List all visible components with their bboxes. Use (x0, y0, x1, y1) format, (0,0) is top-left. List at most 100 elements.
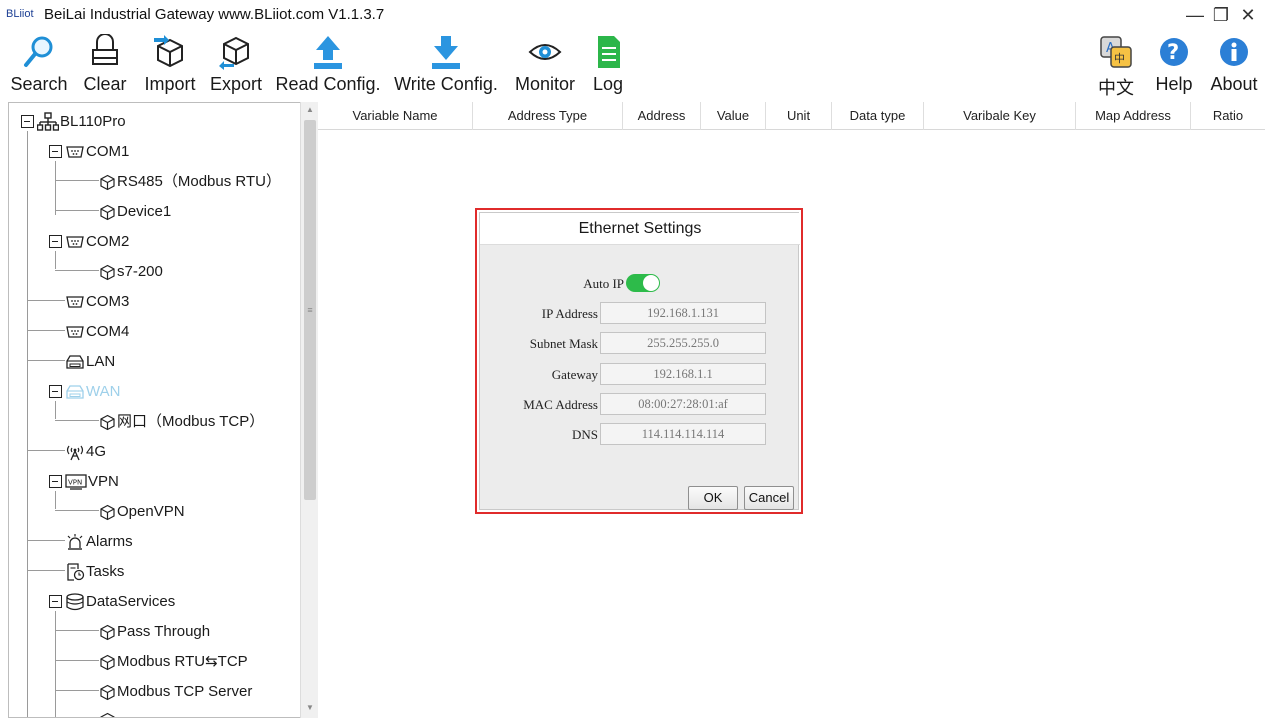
tree-item-com3[interactable]: COM3 (65, 290, 129, 314)
scroll-up-arrow-icon[interactable]: ▲ (301, 102, 319, 118)
eye-icon (528, 44, 562, 60)
subnet-mask-field[interactable]: 255.255.255.0 (600, 332, 766, 354)
scheduled-task-icon (67, 563, 85, 581)
device-tree: BL110Pro COM1 RS485（Modbus RTU） Device1 … (8, 102, 318, 718)
language-button[interactable]: A 中 中文 (1094, 32, 1138, 98)
tree-item-rs485[interactable]: RS485（Modbus RTU） (99, 170, 281, 194)
tree-item-wan-port[interactable]: 网口（Modbus TCP） (99, 410, 264, 434)
tree-item-wan[interactable]: WAN (65, 380, 120, 404)
ethernet-port-icon (66, 385, 84, 399)
cube-icon (100, 414, 115, 430)
window-title: BeiLai Industrial Gateway www.BLiiot.com… (44, 6, 385, 23)
tree-item-modbus-tcp-server[interactable]: Modbus TCP Server (99, 680, 252, 704)
import-button[interactable]: Import (136, 32, 204, 98)
cancel-button[interactable]: Cancel (744, 486, 794, 510)
scrollbar-grip-icon: ≡ (307, 305, 313, 315)
variable-table-header: Variable Name Address Type Address Value… (318, 102, 1265, 130)
close-button[interactable]: ✕ (1237, 4, 1259, 26)
dialog-title: Ethernet Settings (480, 213, 800, 245)
brand-logo: BLiiot (6, 8, 34, 20)
expand-toggle-vpn[interactable] (49, 475, 62, 488)
cube-icon (100, 624, 115, 640)
cube-icon (100, 264, 115, 280)
tree-item-alarms[interactable]: Alarms (65, 530, 133, 554)
scroll-down-arrow-icon[interactable]: ▼ (301, 700, 319, 716)
monitor-button[interactable]: Monitor (508, 32, 582, 98)
help-icon: ? (1160, 38, 1188, 66)
column-header[interactable]: Map Address (1076, 102, 1191, 130)
column-header[interactable]: Address Type (473, 102, 623, 130)
ip-address-label: IP Address (541, 306, 598, 321)
antenna-icon (66, 445, 84, 461)
tree-item-tasks[interactable]: Tasks (65, 560, 124, 584)
serial-port-icon (66, 296, 84, 308)
expand-toggle-com1[interactable] (49, 145, 62, 158)
tree-item-dataservices[interactable]: DataServices (65, 590, 175, 614)
tree-item-s7-200[interactable]: s7-200 (99, 260, 163, 284)
tree-item-device1[interactable]: Device1 (99, 200, 171, 224)
tree-item-modbus-rtu-tcp[interactable]: Modbus RTU⇆TCP (99, 650, 248, 674)
search-button[interactable]: Search (8, 32, 70, 98)
tree-item-pass-through[interactable]: Pass Through (99, 620, 210, 644)
column-header[interactable]: Varibale Key (924, 102, 1076, 130)
tree-item-bl110pro[interactable]: BL110Pro (37, 110, 126, 134)
ok-button[interactable]: OK (688, 486, 738, 510)
tree-item-partial (99, 708, 117, 717)
expand-toggle-dataservices[interactable] (49, 595, 62, 608)
auto-ip-toggle[interactable] (626, 274, 660, 292)
column-header[interactable]: Data type (832, 102, 924, 130)
log-icon (598, 36, 620, 68)
column-header[interactable]: Value (701, 102, 766, 130)
ip-address-field[interactable]: 192.168.1.131 (600, 302, 766, 324)
tree-item-4g[interactable]: 4G (65, 440, 106, 464)
gateway-label: Gateway (551, 367, 598, 382)
log-button[interactable]: Log (590, 32, 626, 98)
tree-item-openvpn[interactable]: OpenVPN (99, 500, 185, 524)
title-bar: BLiiot BeiLai Industrial Gateway www.BLi… (0, 0, 1265, 30)
svg-text:?: ? (1167, 40, 1179, 64)
toolbar: Search Clear Import Export Read Config. (0, 30, 1265, 100)
mac-address-field[interactable]: 08:00:27:28:01:af (600, 393, 766, 415)
tree-item-lan[interactable]: LAN (65, 350, 115, 374)
column-header[interactable]: Address (623, 102, 701, 130)
expand-toggle-com2[interactable] (49, 235, 62, 248)
column-header[interactable]: Variable Name (318, 102, 473, 130)
serial-port-icon (66, 146, 84, 158)
tree-item-com2[interactable]: COM2 (65, 230, 129, 254)
write-config-button[interactable]: Write Config. (388, 32, 504, 98)
export-button[interactable]: Export (204, 32, 268, 98)
read-config-button[interactable]: Read Config. (272, 32, 384, 98)
auto-ip-label: Auto IP (583, 276, 624, 291)
minimize-button[interactable]: — (1184, 4, 1206, 26)
ethernet-settings-dialog: Ethernet Settings Auto IP IP Address 192… (475, 208, 803, 514)
download-icon (432, 36, 460, 69)
cube-icon (100, 654, 115, 670)
gateway-field[interactable]: 192.168.1.1 (600, 363, 766, 385)
expand-toggle-wan[interactable] (49, 385, 62, 398)
import-icon (154, 35, 183, 68)
serial-port-icon (66, 326, 84, 338)
clear-button[interactable]: Clear (78, 32, 132, 98)
dns-label: DNS (571, 427, 598, 442)
tree-item-vpn[interactable]: VPN VPN (65, 470, 119, 494)
tree-scrollbar[interactable]: ▲ ≡ ▼ (300, 102, 318, 718)
about-button[interactable]: About (1206, 32, 1262, 98)
cube-icon (100, 684, 115, 700)
column-header[interactable]: Unit (766, 102, 832, 130)
expand-toggle-root[interactable] (21, 115, 34, 128)
ethernet-port-icon (66, 355, 84, 369)
tree-item-com4[interactable]: COM4 (65, 320, 129, 344)
dns-field[interactable]: 114.114.114.114 (600, 423, 766, 445)
alarm-light-icon (67, 534, 83, 550)
restore-button[interactable]: ❐ (1210, 4, 1232, 26)
tree-item-com1[interactable]: COM1 (65, 140, 129, 164)
eraser-icon (92, 34, 118, 65)
column-header[interactable]: Ratio (1191, 102, 1265, 130)
mac-address-label: MAC Address (523, 397, 598, 412)
database-icon (66, 593, 84, 611)
upload-icon (314, 36, 342, 69)
svg-text:VPN: VPN (68, 479, 82, 487)
cube-icon (100, 174, 115, 190)
help-button[interactable]: ? Help (1150, 32, 1198, 98)
network-topology-icon (37, 112, 59, 131)
